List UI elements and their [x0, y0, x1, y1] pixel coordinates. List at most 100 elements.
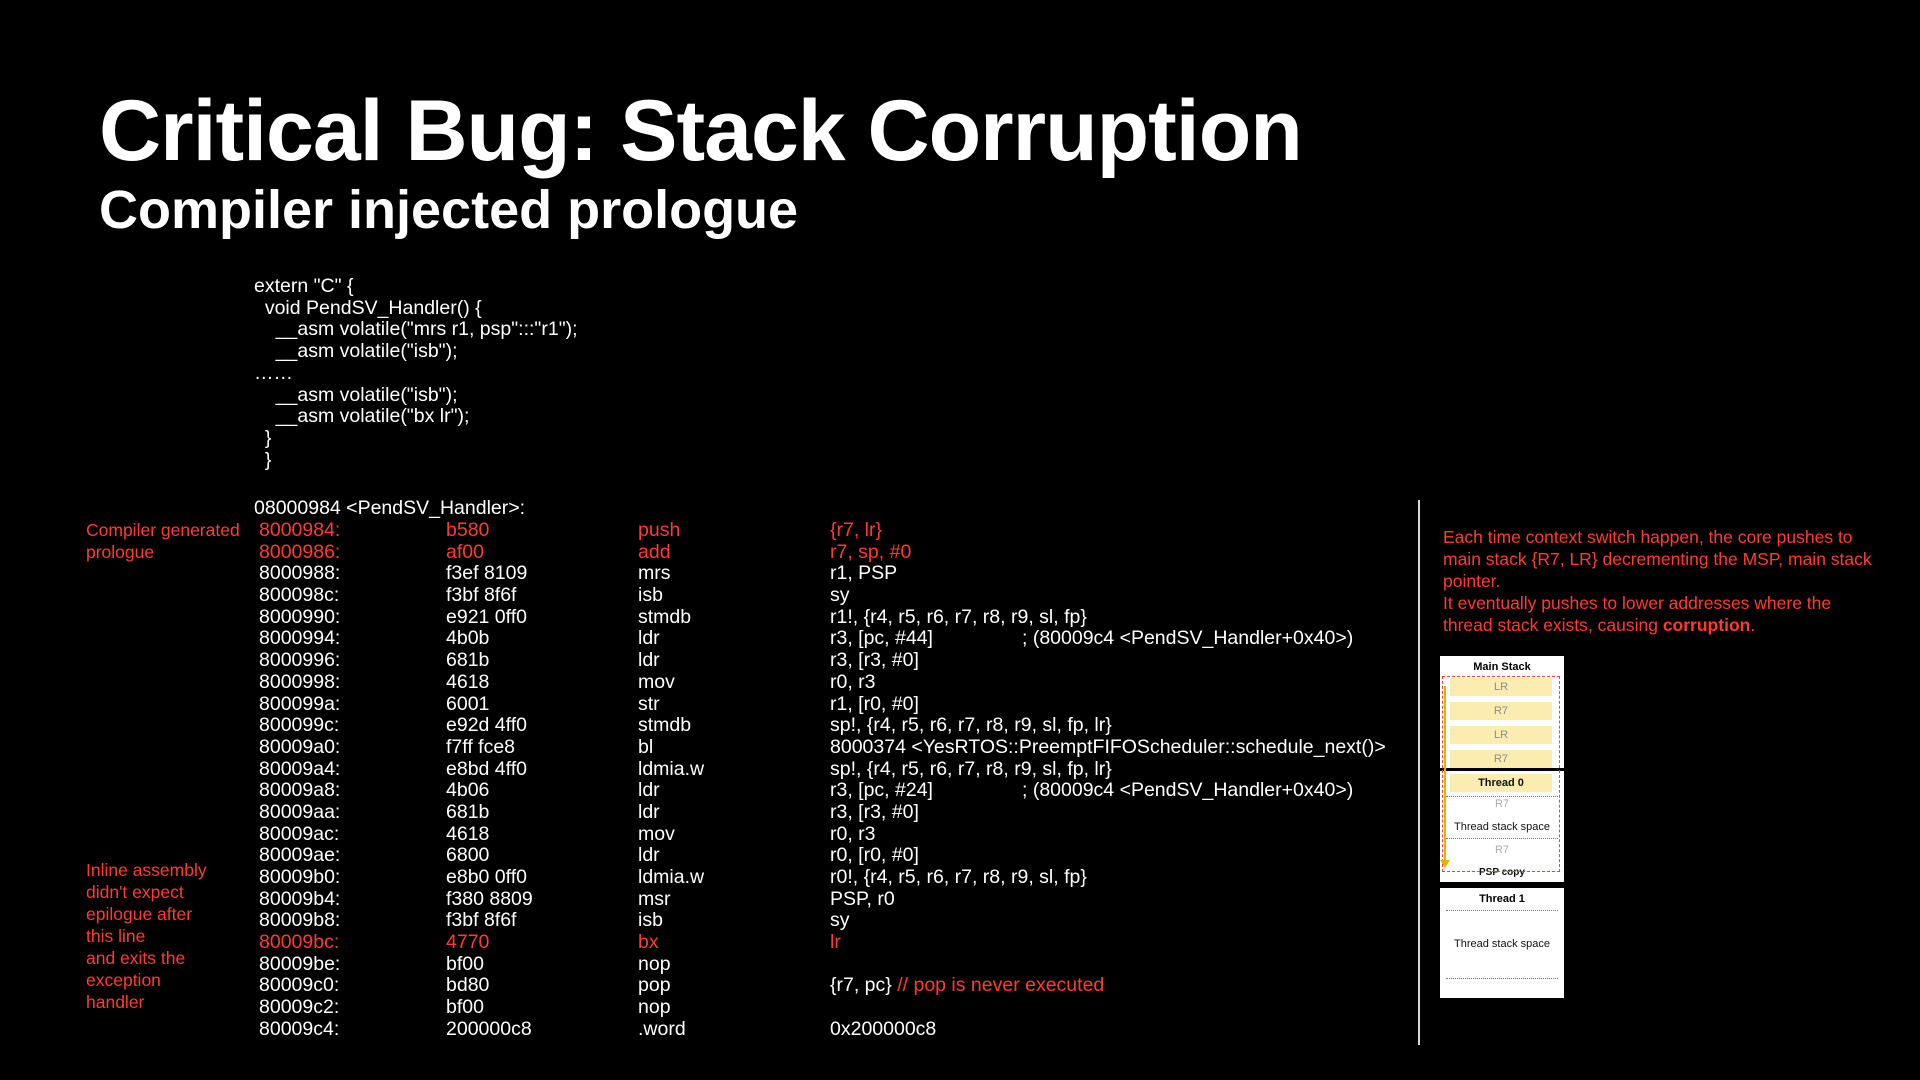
instruction-address: 800099a:: [259, 692, 341, 715]
instruction-mnemonic: bx: [638, 931, 659, 954]
instruction-mnemonic: push: [638, 519, 681, 541]
instruction-mnemonic: mov: [638, 822, 675, 845]
instruction-address: 80009ae:: [259, 844, 341, 867]
pop-never-executed-note: // pop is never executed: [897, 974, 1105, 997]
epilogue-annotation-line: exception: [86, 970, 161, 990]
instruction-operands: r0!, {r4, r5, r6, r7, r8, r9, sl, fp}: [830, 866, 1087, 888]
instruction-mnemonic: pop: [638, 974, 671, 997]
instruction-encoding: f3ef 8109: [446, 562, 528, 585]
instruction-operands: r0, r3: [830, 822, 876, 845]
instruction-comment: ; (80009c4 <PendSV_Handler+0x40>): [1022, 627, 1354, 650]
instruction-encoding: 681b: [446, 649, 490, 672]
thread1-stack-box: Thread 1 Thread stack space: [1440, 888, 1564, 998]
instruction-address: 8000994:: [259, 627, 341, 650]
instruction-comment: ; (80009c4 <PendSV_Handler+0x40>): [1022, 779, 1354, 802]
instruction-address: 80009c4:: [259, 1017, 340, 1040]
instruction-operands: r3, [pc, #24]: [830, 779, 933, 802]
instruction-operands: r3, [r3, #0]: [830, 800, 919, 823]
instruction-encoding: f3bf 8f6f: [446, 584, 517, 607]
corruption-region-outline: [1442, 676, 1560, 872]
instruction-address: 80009bc:: [259, 931, 340, 954]
instruction-encoding: 681b: [446, 800, 490, 823]
instruction-mnemonic: msr: [638, 887, 671, 910]
instruction-encoding: e8b0 0ff0: [446, 866, 527, 888]
instruction-operands: 8000374 <YesRTOS::PreemptFIFOScheduler::…: [830, 735, 1386, 758]
instruction-encoding: e8bd 4ff0: [446, 757, 527, 780]
main-stack-label: Main Stack: [1473, 661, 1531, 673]
instruction-encoding: f380 8809: [446, 887, 533, 910]
instruction-mnemonic: ldr: [638, 800, 660, 823]
slide-subtitle: Compiler injected prologue: [99, 180, 799, 240]
slide-title: Critical Bug: Stack Corruption: [99, 83, 1303, 179]
instruction-mnemonic: .word: [638, 1017, 686, 1040]
explanation-paragraph-2: It eventually pushes to lower addresses …: [1443, 593, 1832, 635]
instruction-encoding: 4618: [446, 670, 490, 693]
instruction-operands: r3, [r3, #0]: [830, 649, 919, 672]
instruction-operands: r0, r3: [830, 670, 876, 693]
instruction-encoding: bf00: [446, 952, 484, 975]
instruction-operands: r1, [r0, #0]: [830, 692, 919, 715]
instruction-mnemonic: ldr: [638, 649, 660, 672]
instruction-mnemonic: ldr: [638, 844, 660, 867]
instruction-operands: lr: [830, 931, 841, 954]
instruction-encoding: 6001: [446, 692, 490, 715]
instruction-encoding: e92d 4ff0: [446, 714, 527, 737]
epilogue-annotation-line: handler: [86, 992, 145, 1012]
instruction-operands: {r7, pc} // pop is never executed: [830, 974, 1105, 997]
instruction-address: 80009aa:: [259, 800, 341, 823]
thread1-label: Thread 1: [1479, 893, 1525, 905]
thread1-space-label: Thread stack space: [1454, 938, 1550, 950]
instruction-address: 80009a0:: [259, 735, 341, 758]
instruction-mnemonic: bl: [638, 735, 654, 758]
instruction-encoding: e921 0ff0: [446, 605, 527, 628]
instruction-address: 8000998:: [259, 670, 341, 693]
instruction-address: 80009a4:: [259, 757, 341, 780]
instruction-mnemonic: ldmia.w: [638, 866, 705, 888]
prologue-annotation: Compiler generated prologue: [86, 520, 240, 562]
instruction-mnemonic: ldmia.w: [638, 757, 705, 780]
corruption-emphasis: corruption: [1662, 615, 1751, 635]
instruction-address: 80009b8:: [259, 909, 341, 932]
growth-arrow: [1444, 686, 1446, 864]
instruction-encoding: bf00: [446, 996, 484, 1019]
instruction-operands: PSP, r0: [830, 887, 895, 910]
instruction-address: 80009c0:: [259, 974, 340, 997]
instruction-encoding: 4618: [446, 822, 490, 845]
explanation-paragraph-1: Each time context switch happen, the cor…: [1443, 527, 1872, 591]
instruction-encoding: f7ff fce8: [446, 735, 516, 758]
instruction-operands: r3, [pc, #44]: [830, 627, 933, 650]
epilogue-annotation-line: and exits the: [86, 948, 186, 968]
instruction-operands: sy: [830, 584, 850, 607]
instruction-encoding: 4770: [446, 931, 490, 954]
instruction-address: 80009b0:: [259, 866, 341, 888]
instruction-address: 800099c:: [259, 714, 340, 737]
main-stack-box: Main Stack LR R7 LR R7 Thread 0 R7 Threa…: [1440, 656, 1564, 882]
instruction-operands: r7, sp, #0: [830, 540, 912, 563]
instruction-address: 8000996:: [259, 649, 341, 672]
instruction-encoding: b580: [446, 519, 490, 541]
epilogue-annotation-line: this line: [86, 926, 146, 946]
instruction-mnemonic: nop: [638, 952, 671, 975]
instruction-address: 8000988:: [259, 562, 341, 585]
section-divider: [1418, 500, 1420, 1045]
instruction-operands: sy: [830, 909, 850, 932]
instruction-address: 80009ac:: [259, 822, 340, 845]
dotted-separator: [1446, 910, 1558, 911]
instruction-mnemonic: mrs: [638, 562, 671, 585]
epilogue-annotation-line: epilogue after: [86, 904, 193, 924]
instruction-address: 8000986:: [259, 540, 341, 563]
instruction-mnemonic: isb: [638, 584, 663, 607]
epilogue-annotation: Inline assembly didn't expect epilogue a…: [86, 859, 236, 1013]
instruction-address: 80009a8:: [259, 779, 341, 802]
instruction-mnemonic: isb: [638, 909, 663, 932]
instruction-address: 80009c2:: [259, 996, 340, 1019]
instruction-operands: {r7, lr}: [830, 519, 883, 541]
instruction-address: 8000990:: [259, 605, 341, 628]
disassembly-header: 08000984 <PendSV_Handler>:: [254, 497, 526, 519]
instruction-operands: r1!, {r4, r5, r6, r7, r8, r9, sl, fp}: [830, 605, 1087, 628]
epilogue-annotation-line: didn't expect: [86, 882, 184, 902]
instruction-address: 800098c:: [259, 584, 340, 607]
growth-arrow-head: [1440, 860, 1450, 868]
source-code-block: extern "C" { void PendSV_Handler() { __a…: [254, 275, 578, 471]
instruction-address: 80009be:: [259, 952, 341, 975]
